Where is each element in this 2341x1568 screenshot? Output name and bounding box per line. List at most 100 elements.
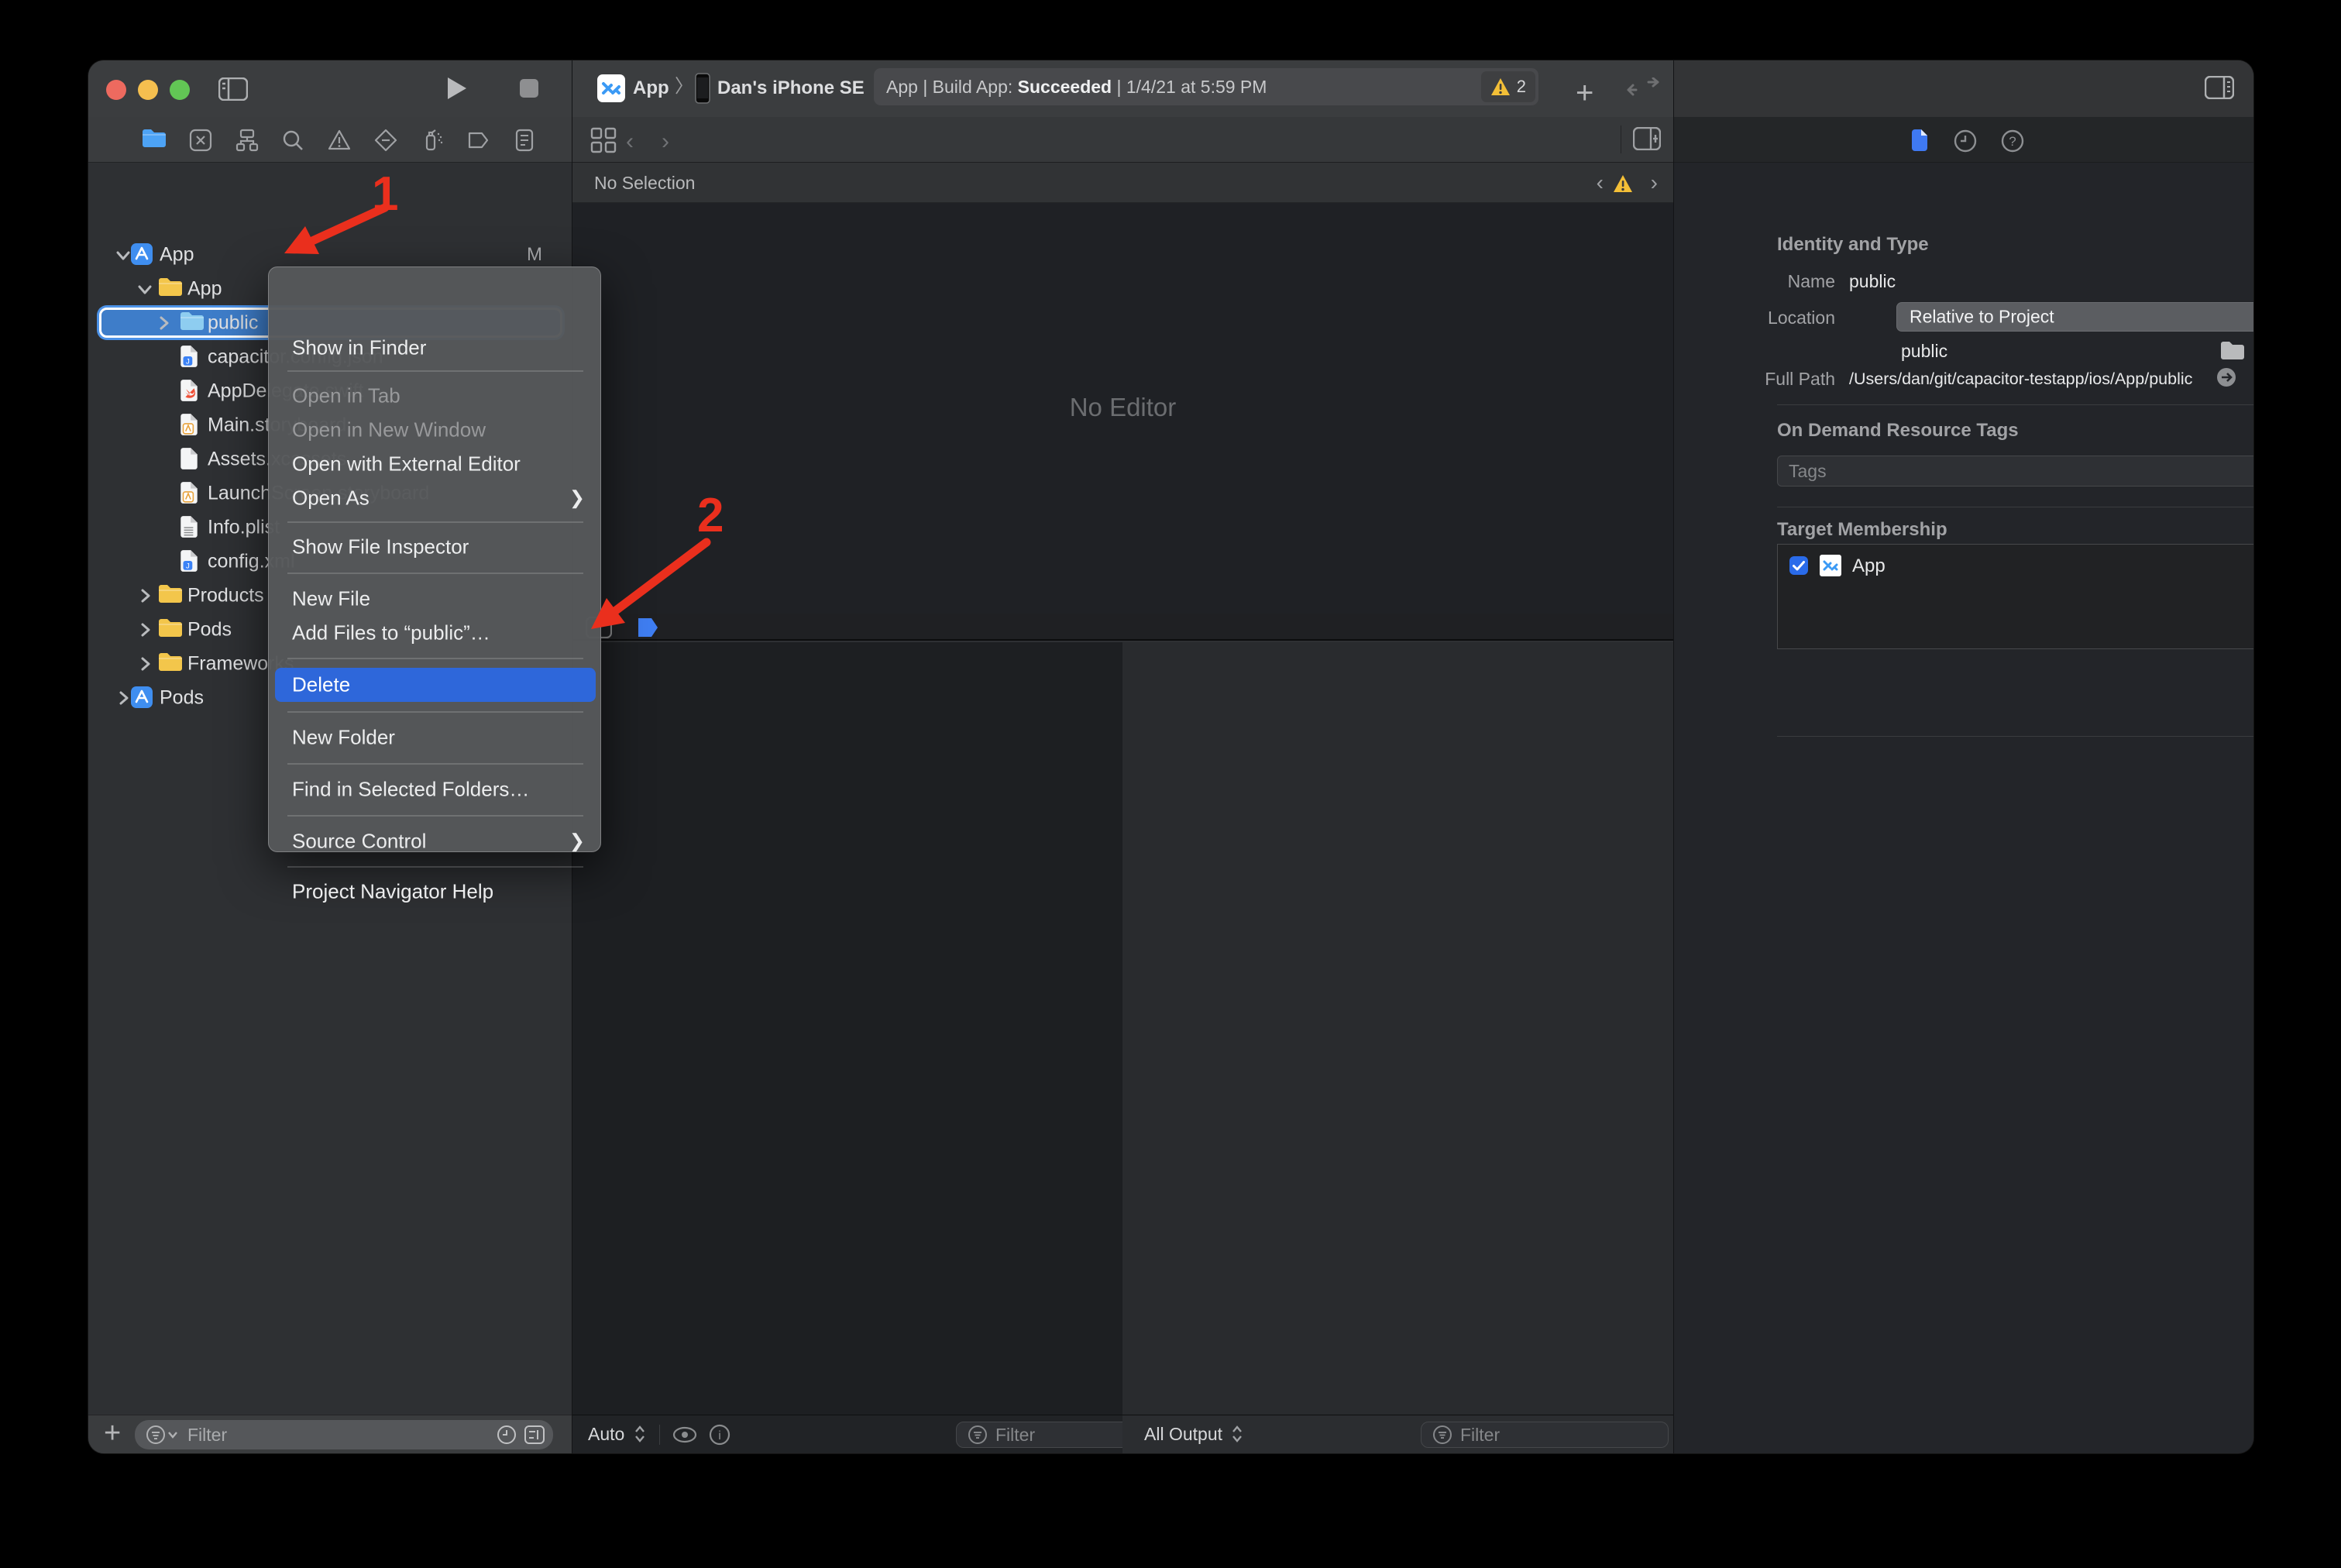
breakpoints-toggle-icon[interactable] [636,617,659,638]
svg-text:J: J [186,562,190,571]
project-navigator-icon[interactable] [142,128,167,148]
editor-swap-icon [1625,77,1661,101]
activity-status[interactable]: App | Build App: Succeeded | 1/4/21 at 5… [874,68,1538,105]
back-chevron-icon[interactable]: ‹ [626,129,634,155]
iphone-device-icon[interactable] [695,73,710,104]
issue-navigator-icon[interactable] [327,128,352,153]
menu-item-delete[interactable]: Delete [275,668,596,702]
variables-view[interactable] [572,642,1122,1415]
menu-item-open-as[interactable]: Open As❯ [269,481,602,515]
navigator-filter-field[interactable]: Filter [135,1420,553,1449]
choose-folder-icon[interactable] [2219,339,2246,361]
location-value: Relative to Project [1910,307,2054,328]
stop-button[interactable] [519,78,539,98]
menu-item-open-with-external-editor[interactable]: Open with External Editor [269,447,602,481]
help-inspector-tab-icon[interactable]: ? [2001,129,2024,153]
menu-item-source-control[interactable]: Source Control❯ [269,824,602,858]
test-navigator-icon[interactable] [373,128,398,153]
location-label: Location [1727,308,1835,328]
issue-prev-chevron-icon[interactable]: ‹ [1597,170,1604,195]
menu-separator [287,573,583,574]
editor-area: No Editor [572,203,1673,614]
name-value[interactable]: public [1849,271,1896,292]
related-items-icon[interactable] [590,127,617,153]
menu-item-show-in-finder[interactable]: Show in Finder [269,331,602,365]
navigator-bottom-bar: + Filter [88,1415,572,1453]
annotation-step-2: 2 [697,488,724,543]
menu-separator [287,658,583,659]
editor-tab-bar [572,117,1673,163]
target-checkbox[interactable] [1789,555,1809,576]
find-navigator-icon[interactable] [280,128,305,153]
svg-text:J: J [186,358,190,366]
disclosure-right-icon[interactable] [115,689,132,707]
menu-item-new-file[interactable]: New File [269,582,602,616]
odr-tags-field[interactable]: Tags [1777,456,2253,487]
minimize-button[interactable] [138,80,158,100]
menu-item-add-files-to-public[interactable]: Add Files to “public”… [269,616,602,650]
svg-text:?: ? [2009,134,2016,149]
file-icon: J [180,345,205,370]
issue-next-chevron-icon[interactable]: › [1651,170,1658,195]
target-membership-list[interactable]: App [1777,544,2253,649]
console-filter-field[interactable]: Filter [1421,1422,1669,1448]
target-name: App [1852,555,1886,577]
inspector-toggle-icon[interactable] [2205,76,2234,99]
scheme-app-icon[interactable] [597,74,625,102]
sidebar-toggle-icon[interactable] [218,77,248,101]
file-icon [180,515,205,540]
variables-filter-placeholder: Filter [995,1425,1035,1446]
disclosure-down-icon[interactable] [136,280,153,297]
device-name[interactable]: Dan's iPhone SE [717,78,865,98]
menu-item-new-folder[interactable]: New Folder [269,720,602,755]
run-button[interactable] [446,76,468,101]
zoom-button[interactable] [170,80,190,100]
folder-icon [158,617,183,642]
symbol-navigator-icon[interactable] [235,128,260,153]
menu-item-project-navigator-help[interactable]: Project Navigator Help [269,875,602,909]
warning-counter[interactable]: 2 [1481,71,1535,102]
project-icon [130,242,155,267]
jumpbar-warning-icon[interactable] [1613,174,1633,193]
container-value: public [1901,341,1947,362]
filter-icon [146,1425,180,1445]
forward-chevron-icon[interactable]: › [662,129,669,155]
scheme-breadcrumb-chevron: 〉 [675,77,693,97]
menu-item-show-file-inspector[interactable]: Show File Inspector [269,530,602,564]
submenu-chevron-icon: ❯ [569,830,585,853]
jump-bar-text[interactable]: No Selection [594,173,695,194]
bar-divider [659,1425,660,1445]
folder-icon [158,583,183,608]
menu-separator [287,711,583,713]
add-editor-icon[interactable] [1633,127,1661,150]
navigator-filter-placeholder: Filter [187,1425,227,1446]
svg-text:i: i [718,1429,721,1442]
info-icon[interactable]: i [709,1424,730,1446]
location-popup[interactable]: Relative to Project [1896,302,2253,332]
history-inspector-tab-icon[interactable] [1954,129,1977,153]
close-button[interactable] [106,80,126,100]
scheme-name[interactable]: App [633,78,669,98]
console-view[interactable] [1122,642,1673,1415]
goto-path-arrow-icon[interactable] [2216,367,2236,387]
variables-scope-popup[interactable]: Auto [588,1424,645,1445]
debug-navigator-icon[interactable] [420,128,445,153]
library-plus-icon[interactable]: + [1576,76,1593,111]
menu-item-find-in-selected-folders[interactable]: Find in Selected Folders… [269,772,602,806]
disclosure-right-icon[interactable] [136,587,153,604]
breakpoint-navigator-icon[interactable] [466,128,490,153]
disclosure-right-icon[interactable] [136,621,153,638]
scm-filter-icon[interactable] [524,1424,545,1446]
editor-inspector-divider[interactable] [1673,60,1674,1453]
source-control-navigator-icon[interactable] [188,128,213,153]
add-item-plus-icon[interactable]: + [104,1417,121,1450]
view-mode-eye-icon[interactable] [672,1425,698,1444]
recent-files-clock-icon[interactable] [496,1424,517,1446]
disclosure-down-icon[interactable] [115,246,132,263]
annotation-step-1: 1 [372,167,398,222]
file-inspector-tab-icon[interactable] [1910,129,1929,152]
report-navigator-icon[interactable] [512,128,537,153]
console-scope-popup[interactable]: All Output [1144,1424,1243,1445]
disclosure-right-icon[interactable] [136,655,153,672]
disclosure-right-icon[interactable] [155,315,172,332]
